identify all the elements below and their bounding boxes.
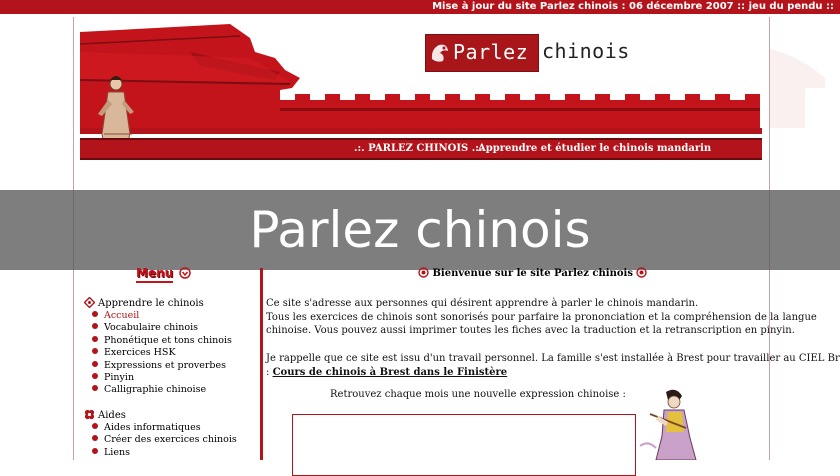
bullet-icon — [92, 323, 98, 330]
tagline-left: .:. PARLEZ CHINOIS .:. — [354, 143, 483, 154]
menu-item-pinyin[interactable]: Pinyin — [92, 372, 232, 384]
menu-item-aides-informatiques[interactable]: Aides informatiques — [92, 422, 237, 434]
top-marquee: Mise à jour du site Parlez chinois : 06 … — [0, 0, 840, 14]
flute-player-illustration — [639, 389, 697, 460]
menu-divider — [260, 268, 263, 460]
note-line: : Cours de chinois à Brest dans le Finis… — [266, 366, 840, 380]
target-bullet-icon — [636, 267, 648, 278]
menu-item-label: Exercices HSK — [104, 347, 176, 359]
diamond-bullet-icon — [84, 297, 95, 308]
logo-text-chinois: chinois — [542, 39, 630, 63]
menu-section-title: Aides — [98, 410, 126, 421]
menu-item-liens[interactable]: Liens — [92, 447, 237, 459]
menu-list-apprendre: Accueil Vocabulaire chinois Phonétique e… — [92, 310, 232, 397]
bullet-icon — [92, 373, 98, 380]
menu-header: Menu — [136, 265, 196, 285]
tagline-bar: .:. PARLEZ CHINOIS .:. Apprendre et étud… — [80, 138, 762, 160]
menu-section-title: Apprendre le chinois — [98, 298, 204, 309]
menu-item-calligraphie[interactable]: Calligraphie chinoise — [92, 384, 232, 396]
note-line: Je rappelle que ce site est issu d'un tr… — [266, 353, 840, 364]
menu-item-creer-exercices[interactable]: Créer des exercices chinois — [92, 434, 237, 446]
monthly-expression-label: Retrouvez chaque mois une nouvelle expre… — [330, 389, 626, 400]
bullet-icon — [92, 447, 98, 454]
banner-graphic — [80, 24, 762, 134]
menu-item-exercices-hsk[interactable]: Exercices HSK — [92, 347, 232, 359]
bullet-icon — [92, 423, 98, 429]
logo-text-parlez: Parlez — [453, 40, 529, 64]
target-bullet-icon — [418, 267, 429, 278]
expression-box — [292, 414, 636, 476]
intro-line: chinoise. Vous pouvez aussi imprimer tou… — [266, 325, 795, 337]
bullet-icon — [92, 385, 98, 392]
overlay-title: Parlez chinois — [0, 190, 840, 270]
note-paragraph: Je rappelle que ce site est issu d'un tr… — [266, 352, 840, 379]
menu-arrow-icon — [179, 267, 191, 279]
menu-section-aides: Aides — [84, 409, 126, 422]
welcome-text: Bienvenue sur le site Parlez chinois — [432, 268, 633, 279]
menu-section-apprendre: Apprendre le chinois — [84, 297, 204, 310]
marquee-text: Mise à jour du site Parlez chinois : 06 … — [432, 1, 834, 12]
menu-item-accueil[interactable]: Accueil — [92, 310, 232, 322]
brest-course-link[interactable]: Cours de chinois à Brest dans le Finistè… — [273, 367, 508, 378]
intro-line: Tous les exercices de chinois sont sonor… — [266, 311, 817, 323]
menu-item-label: Expressions et proverbes — [104, 359, 226, 371]
menu-item-label: Pinyin — [104, 372, 135, 384]
menu-header-label: Menu — [136, 265, 174, 283]
bullet-icon — [92, 335, 98, 342]
bullet-icon — [92, 435, 98, 442]
menu-item-phonetique[interactable]: Phonétique et tons chinois — [92, 335, 232, 347]
menu-item-expressions[interactable]: Expressions et proverbes — [92, 360, 232, 372]
menu-item-label: Phonétique et tons chinois — [104, 334, 232, 346]
note-prefix: : — [266, 366, 270, 378]
tagline-right: Apprendre et étudier le chinois mandarin — [478, 143, 712, 154]
menu-item-label: Aides informatiques — [104, 422, 201, 433]
welcome-heading: Bienvenue sur le site Parlez chinois — [418, 267, 648, 280]
menu-list-aides: Aides informatiques Créer des exercices … — [92, 422, 237, 459]
intro-paragraph: Ce site s'adresse aux personnes qui dési… — [266, 297, 817, 338]
site-logo[interactable]: Parlez chinois — [425, 34, 635, 74]
logo-red-box: Parlez — [425, 34, 539, 72]
menu-item-label: Vocabulaire chinois — [104, 322, 199, 334]
dragon-seal-icon — [431, 44, 448, 62]
intro-line: Ce site s'adresse aux personnes qui dési… — [266, 298, 699, 309]
menu-item-label: Calligraphie chinoise — [104, 384, 207, 396]
menu-item-label: Liens — [104, 446, 130, 458]
help-flower-icon — [84, 409, 95, 420]
bullet-icon — [92, 311, 98, 317]
menu-item-label: Créer des exercices chinois — [104, 434, 237, 446]
menu-item-label: Accueil — [104, 310, 140, 321]
bullet-icon — [92, 348, 98, 355]
menu-item-vocabulaire[interactable]: Vocabulaire chinois — [92, 322, 232, 334]
bullet-icon — [92, 360, 98, 367]
